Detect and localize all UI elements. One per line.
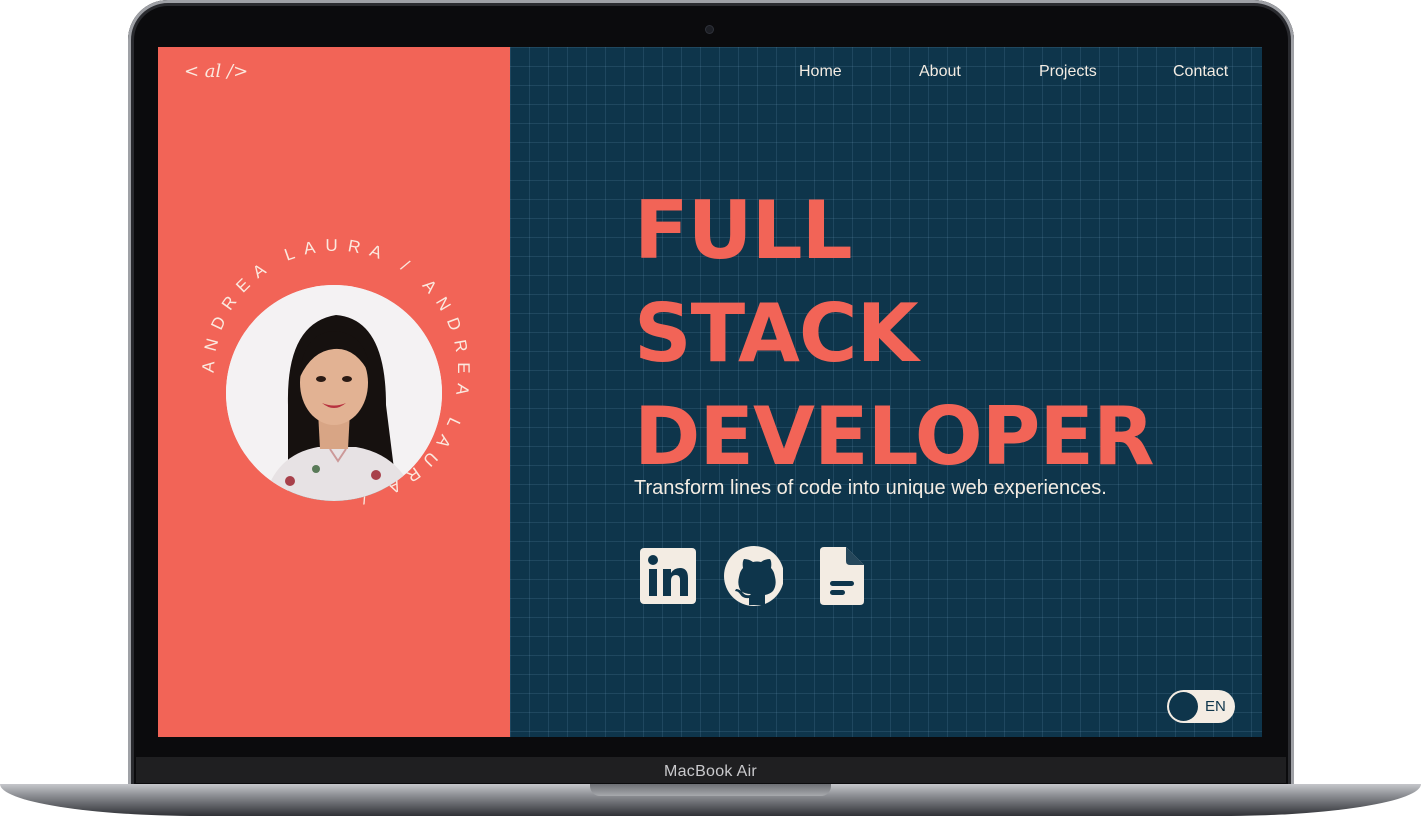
- document-icon[interactable]: [810, 545, 870, 607]
- hero-title-line-3: DEVELOPER: [634, 390, 1155, 483]
- nav-projects[interactable]: Projects: [1039, 63, 1097, 81]
- github-icon[interactable]: [723, 545, 784, 607]
- nav-contact[interactable]: Contact: [1173, 63, 1228, 81]
- laptop-notch: [590, 784, 831, 796]
- hero-title-line-2: STACK: [634, 287, 919, 380]
- nav-about[interactable]: About: [919, 63, 961, 81]
- webcam: [706, 26, 713, 33]
- profile-photo: [226, 285, 442, 501]
- nav-home[interactable]: Home: [799, 63, 842, 81]
- hero-tagline: Transform lines of code into unique web …: [634, 477, 1107, 499]
- language-label: EN: [1205, 698, 1226, 715]
- toggle-knob: [1169, 692, 1198, 721]
- hero-title-line-1: FULL: [634, 184, 853, 277]
- linkedin-icon[interactable]: [638, 545, 698, 607]
- main-nav: Home About Projects Contact: [158, 63, 1262, 87]
- language-toggle[interactable]: EN: [1167, 690, 1235, 723]
- hero-title: FULL STACK DEVELOPER: [634, 179, 1155, 488]
- website-screen: < al /> Home About Projects Contact ANDR…: [158, 47, 1262, 737]
- model-label: MacBook Air: [663, 763, 758, 780]
